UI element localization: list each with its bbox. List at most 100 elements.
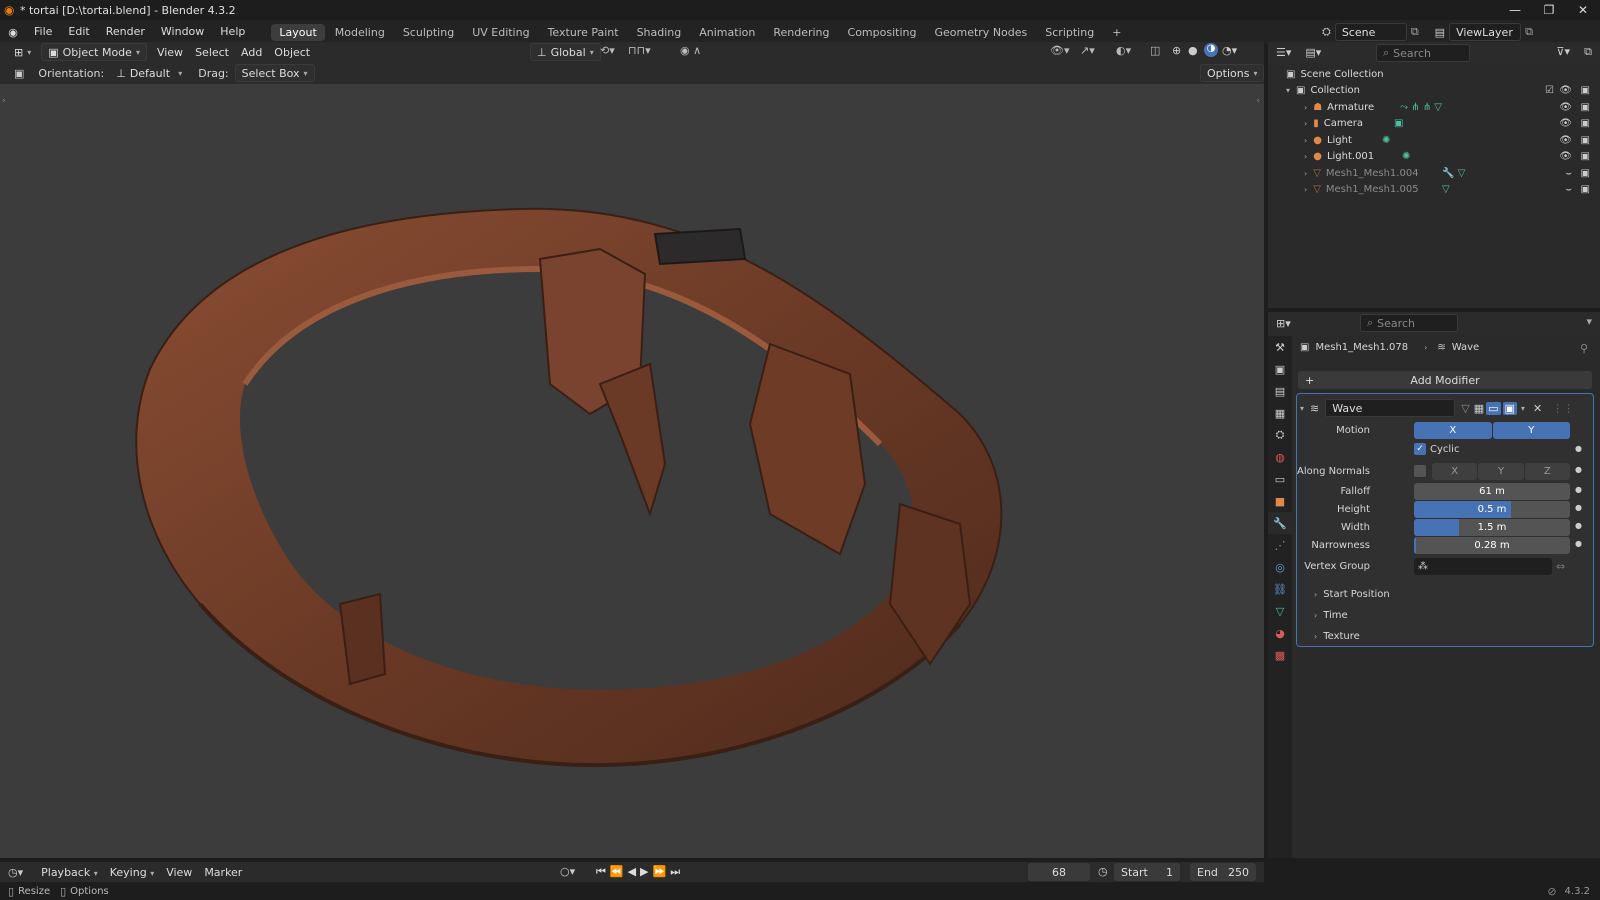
xray-icon[interactable]: ◫ (1150, 44, 1160, 57)
eye-closed-icon[interactable]: ⌣ (1565, 168, 1572, 179)
expand-icon[interactable]: › (1304, 185, 1307, 194)
chevron-down-icon[interactable]: ▾ (1586, 315, 1592, 328)
menu-view[interactable]: View (151, 46, 189, 59)
eye-icon[interactable]: 👁 (1559, 135, 1572, 146)
render-tab-icon[interactable]: ▣ (1268, 358, 1292, 380)
camera-icon[interactable]: ▣ (1581, 151, 1590, 162)
outliner-scene-collection[interactable]: ▣ Scene Collection (1268, 66, 1600, 83)
scene-icon[interactable]: ⛭ (1322, 25, 1331, 39)
playback-controls[interactable]: ⏮⏪◀▶⏩⏭ (596, 865, 684, 879)
material-tab-icon[interactable]: ◕ (1268, 622, 1292, 644)
start-position-panel[interactable]: › Start Position (1314, 589, 1390, 600)
object-tab-icon[interactable]: ■ (1268, 490, 1292, 512)
menu-file[interactable]: File (26, 20, 60, 44)
rendered-shading-icon[interactable]: ◔▾ (1222, 44, 1237, 57)
scene-selector[interactable]: Scene (1334, 23, 1407, 41)
view-layer-icon[interactable]: ▤ (1435, 26, 1445, 39)
proportional-editing-icon[interactable]: ◉ ∧ (680, 44, 701, 57)
viewport-display-icon[interactable]: ▭ (1486, 401, 1501, 415)
keyframe-dot-icon[interactable]: ● (1575, 465, 1582, 474)
outliner-item-armature[interactable]: › ☗ Armature ⤳ ⋔ ⋔ ▽ 👁 ▣ (1268, 99, 1600, 116)
edit-mode-icon[interactable]: ▦ (1474, 402, 1484, 415)
outliner-search[interactable]: ⌕ Search (1376, 44, 1470, 62)
solid-shading-icon[interactable]: ● (1188, 44, 1198, 57)
pivot-icon[interactable]: ⟲▾ (600, 44, 615, 57)
expand-icon[interactable]: ▾ (1286, 86, 1290, 95)
tab-animation[interactable]: Animation (691, 24, 763, 41)
tab-geometry-nodes[interactable]: Geometry Nodes (926, 24, 1035, 41)
menu-help[interactable]: Help (212, 20, 253, 44)
camera-icon[interactable]: ▣ (1581, 184, 1590, 195)
belt-model[interactable] (0, 84, 1264, 858)
along-normals-checkbox[interactable] (1414, 465, 1426, 477)
outliner-item-light[interactable]: › ● Light ✺ 👁 ▣ (1268, 132, 1600, 149)
new-scene-icon[interactable]: ⧉ (1411, 25, 1419, 39)
falloff-field[interactable]: 61 m (1414, 483, 1570, 500)
height-slider[interactable]: 0.5 m (1414, 501, 1570, 518)
eye-icon[interactable]: 👁 (1559, 85, 1572, 96)
filter-icon[interactable]: ⊽▾ (1556, 45, 1570, 58)
menu-keying[interactable]: Keying ▾ (104, 866, 160, 879)
current-frame-field[interactable]: 68 (1028, 863, 1090, 881)
keyframe-dot-icon[interactable]: ● (1575, 539, 1582, 548)
eye-closed-icon[interactable]: ⌣ (1565, 184, 1572, 195)
mode-selector[interactable]: ▣ Object Mode ▾ (41, 43, 147, 61)
menu-edit[interactable]: Edit (60, 20, 97, 44)
camera-icon[interactable]: ▣ (1581, 85, 1590, 96)
view-layer-tab-icon[interactable]: ▦ (1268, 402, 1292, 424)
expand-icon[interactable]: › (1304, 119, 1307, 128)
scene-tab-icon[interactable]: ⛭ (1268, 424, 1292, 446)
expand-icon[interactable]: › (1304, 169, 1307, 178)
particles-tab-icon[interactable]: ⋰ (1268, 534, 1292, 556)
exclude-checkbox[interactable]: ☑ (1545, 85, 1554, 96)
delete-modifier-icon[interactable]: ✕ (1533, 402, 1542, 415)
tab-texture-paint[interactable]: Texture Paint (540, 24, 627, 41)
world-tab-icon[interactable]: ◍ (1268, 446, 1292, 468)
eye-icon[interactable]: 👁 (1559, 151, 1572, 162)
expand-icon[interactable]: › (1304, 152, 1307, 161)
normals-x-toggle[interactable]: X (1432, 463, 1478, 480)
output-tab-icon[interactable]: ▤ (1268, 380, 1292, 402)
vertex-group-field[interactable]: ⁂ (1414, 558, 1552, 575)
add-workspace-icon[interactable]: + (1104, 24, 1129, 41)
width-slider[interactable]: 1.5 m (1414, 519, 1570, 536)
keyframe-dot-icon[interactable]: ● (1575, 485, 1582, 494)
tab-compositing[interactable]: Compositing (840, 24, 925, 41)
start-frame-field[interactable]: Start 1 (1114, 863, 1180, 881)
editor-type-icon[interactable]: ⊞ ▾ (8, 43, 37, 61)
close-icon[interactable]: ✕ (1566, 3, 1600, 17)
maximize-icon[interactable]: ❐ (1532, 3, 1566, 17)
menu-marker[interactable]: Marker (198, 866, 248, 879)
visibility-icon[interactable]: 👁▾ (1050, 44, 1070, 57)
collection-tab-icon[interactable]: ▭ (1268, 468, 1292, 490)
camera-icon[interactable]: ▣ (1581, 118, 1590, 129)
toolbar-toggle-icon[interactable]: › (2, 96, 6, 106)
on-cage-icon[interactable]: ▽ (1461, 402, 1469, 415)
record-icon[interactable]: ○▾ (560, 865, 575, 878)
display-mode-icon[interactable]: ▤▾ (1305, 46, 1321, 59)
preview-range-icon[interactable]: ◷ (1098, 865, 1108, 878)
camera-icon[interactable]: ▣ (1581, 135, 1590, 146)
narrowness-slider[interactable]: 0.28 m (1414, 537, 1570, 554)
3d-viewport[interactable]: › ‹ (0, 84, 1264, 858)
constraints-tab-icon[interactable]: ⛓ (1268, 578, 1292, 600)
normals-y-toggle[interactable]: Y (1478, 463, 1524, 480)
tab-sculpting[interactable]: Sculpting (395, 24, 462, 41)
tab-layout[interactable]: Layout (271, 23, 325, 41)
expand-icon[interactable]: › (1304, 136, 1307, 145)
add-modifier-button[interactable]: + Add Modifier (1298, 371, 1592, 389)
properties-search[interactable]: ⌕ Search (1360, 314, 1458, 332)
menu-render[interactable]: Render (98, 20, 153, 44)
menu-playback[interactable]: Playback ▾ (35, 866, 104, 879)
options-button[interactable]: Options ▾ (1200, 64, 1265, 82)
new-collection-icon[interactable]: ⧉ (1584, 45, 1592, 59)
drag-handle-icon[interactable]: ⋮⋮ (1552, 402, 1574, 415)
keyframe-dot-icon[interactable]: ● (1575, 521, 1582, 530)
collapse-icon[interactable]: ▾ (1300, 404, 1304, 413)
properties-editor-icon[interactable]: ⊞▾ (1276, 317, 1291, 330)
texture-tab-icon[interactable]: ▩ (1268, 644, 1292, 666)
tool-tab-icon[interactable]: ⚒ (1268, 336, 1292, 358)
pin-icon[interactable]: ⚲ (1580, 342, 1588, 355)
sidebar-toggle-icon[interactable]: ‹ (1256, 96, 1260, 106)
menu-add[interactable]: Add (235, 46, 268, 59)
